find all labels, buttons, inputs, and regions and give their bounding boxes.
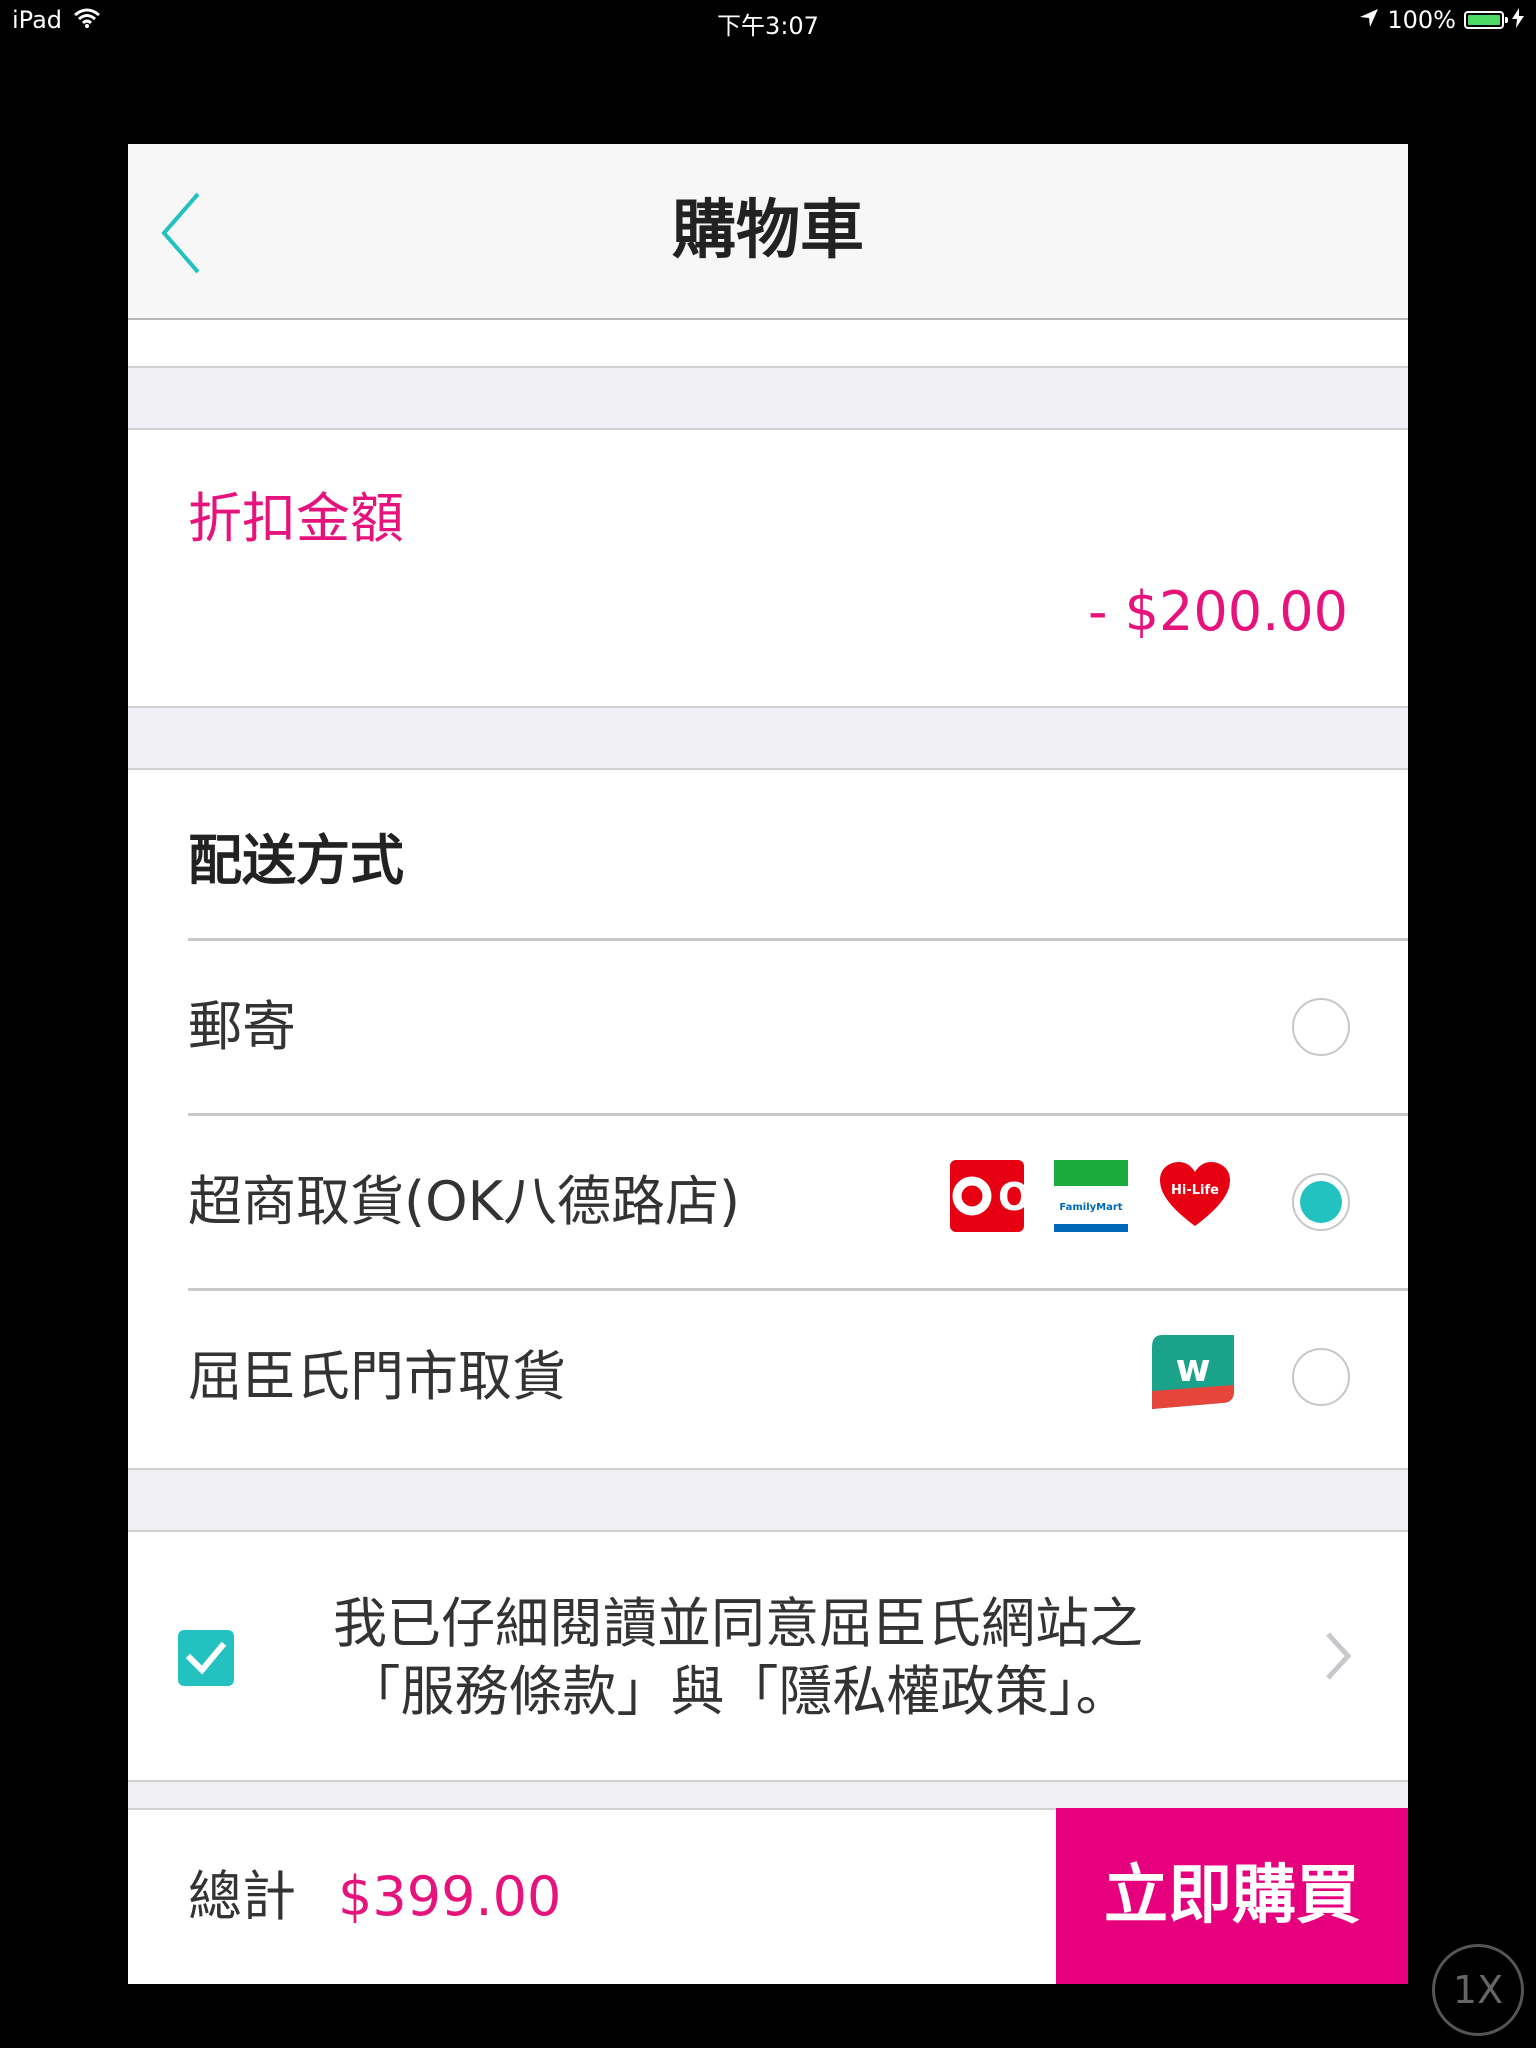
battery-percentage: 100%: [1387, 6, 1456, 34]
checkmark-icon: [185, 1641, 227, 1675]
terms-detail-button[interactable]: [1318, 1626, 1358, 1686]
delivery-option-label: 超商取貨(OK八德路店): [188, 1170, 741, 1233]
ok-mart-logo: OK: [950, 1160, 1061, 1236]
checkout-bar: 總計 $399.00 立即購買: [128, 1808, 1408, 1984]
watsons-logo-text: w: [1175, 1346, 1210, 1390]
delivery-option-label: 屈臣氏門市取貨: [188, 1345, 566, 1408]
chevron-right-icon: [1326, 1632, 1352, 1680]
section-separator: [128, 1780, 1408, 1808]
zoom-badge[interactable]: 1X: [1432, 1944, 1524, 2036]
status-time: 下午3:07: [717, 12, 819, 40]
radio-button[interactable]: [1292, 1348, 1350, 1406]
radio-button[interactable]: [1292, 998, 1350, 1056]
familymart-logo: FamilyMart: [1054, 1160, 1128, 1236]
page-title: 購物車: [672, 194, 864, 268]
ok-mart-logo-text: OK: [998, 1175, 1024, 1219]
delivery-option-label: 郵寄: [188, 995, 296, 1058]
terms-text-line2: 「服務條款」與「隱私權政策」。: [346, 1660, 1130, 1723]
location-arrow-icon: [1359, 6, 1379, 34]
delivery-option-watsons-store[interactable]: 屈臣氏門市取貨 w: [128, 1291, 1408, 1463]
section-separator: [128, 1468, 1408, 1532]
delivery-option-mail[interactable]: 郵寄: [128, 941, 1408, 1113]
hi-life-logo-text: Hi-Life: [1171, 1183, 1219, 1198]
familymart-logo-text: FamilyMart: [1059, 1202, 1122, 1213]
battery-icon: [1464, 11, 1508, 29]
total-label: 總計: [188, 1865, 296, 1928]
status-bar: iPad 下午3:07 100%: [0, 0, 1536, 40]
section-separator: [128, 366, 1408, 430]
watsons-logo: w: [1152, 1335, 1234, 1413]
terms-text[interactable]: 我已仔細閱讀並同意屈臣氏網站之 「服務條款」與「隱私權政策」。: [278, 1590, 1198, 1726]
radio-button-selected[interactable]: [1292, 1173, 1350, 1231]
hi-life-logo: Hi-Life: [1158, 1160, 1232, 1236]
discount-value: - $200.00: [1088, 580, 1348, 643]
nav-bar: 購物車: [128, 144, 1408, 320]
charging-bolt-icon: [1512, 6, 1524, 34]
buy-now-button[interactable]: 立即購買: [1056, 1808, 1408, 1984]
cart-screen: 購物車 折扣金額 - $200.00 配送方式 郵寄 超商取貨(OK八德路店) …: [128, 144, 1408, 1984]
total-value: $399.00: [338, 1865, 562, 1928]
terms-checkbox[interactable]: [178, 1630, 234, 1686]
discount-label: 折扣金額: [188, 487, 404, 550]
section-separator: [128, 706, 1408, 770]
terms-agreement-row: 我已仔細閱讀並同意屈臣氏網站之 「服務條款」與「隱私權政策」。: [128, 1534, 1408, 1778]
terms-text-line1: 我已仔細閱讀並同意屈臣氏網站之: [333, 1592, 1143, 1655]
delivery-method-title: 配送方式: [188, 829, 404, 892]
delivery-option-convenience-store[interactable]: 超商取貨(OK八德路店) OK FamilyMart Hi-Life: [128, 1116, 1408, 1288]
